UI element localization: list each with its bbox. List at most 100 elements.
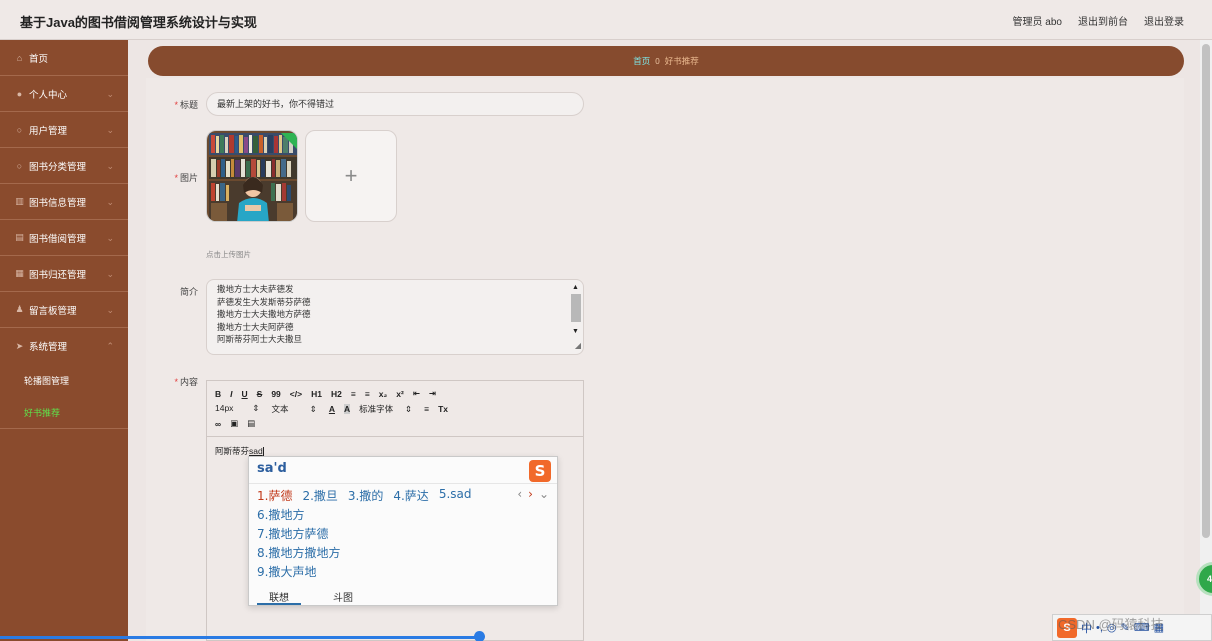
breadcrumb: 首页 0 好书推荐 xyxy=(148,46,1184,76)
send-icon: ➤ xyxy=(15,340,24,351)
ime-candidate[interactable]: 3.撒的 xyxy=(348,487,383,504)
intro-line: 撒地方士大夫阿萨德 xyxy=(217,321,294,332)
bookshelf-photo xyxy=(207,131,297,221)
sidebar-item-users[interactable]: ○ 用户管理 ⌄ xyxy=(0,112,128,148)
return-icon: ▦ xyxy=(15,268,24,278)
quote-button[interactable]: 99 xyxy=(271,389,280,399)
sidebar-item-label: 首页 xyxy=(29,53,49,65)
chevron-down-icon: ⌄ xyxy=(106,89,114,99)
ime-tab-association[interactable]: 联想 xyxy=(257,587,301,605)
font-family-select[interactable]: 标准字体 ⇕ xyxy=(359,403,412,415)
video-icon[interactable]: ▤ xyxy=(247,418,255,429)
indent-icon[interactable]: ⇥ xyxy=(429,388,436,399)
bold-button[interactable]: B xyxy=(215,389,221,399)
watermark: CSDN @码猿科技 xyxy=(1058,617,1164,632)
code-button[interactable]: </> xyxy=(290,389,302,399)
scroll-up-icon[interactable]: ▲ xyxy=(572,282,579,295)
toolbar-row-1: B I U S 99 </> H1 H2 ≡ ≡ x₂ x² ⇤ ⇥ xyxy=(215,386,575,401)
sidebar-item-recommend[interactable]: 好书推荐 xyxy=(0,396,128,428)
ime-candidate[interactable]: 1.萨德 xyxy=(257,487,292,504)
sidebar-item-home[interactable]: ⌂ 首页 xyxy=(0,40,128,76)
uploaded-image[interactable] xyxy=(206,130,298,222)
h1-button[interactable]: H1 xyxy=(311,389,322,399)
sidebar-item-system[interactable]: ➤ 系统管理 ⌃ xyxy=(0,328,128,364)
superscript-button[interactable]: x² xyxy=(396,389,404,399)
title-input[interactable]: 最新上架的好书，你不得错过 xyxy=(206,92,584,116)
font-color-button[interactable]: A xyxy=(329,404,335,414)
link-icon[interactable]: ∞ xyxy=(215,419,221,429)
text-style-select[interactable]: 文本 ⇕ xyxy=(271,403,316,415)
upload-tip: 点击上传图片 xyxy=(206,250,251,259)
to-front-link[interactable]: 退出到前台 xyxy=(1078,13,1128,28)
image-label: * 图片 xyxy=(174,173,198,183)
chevron-down-icon: ⌄ xyxy=(106,269,114,279)
logout-link[interactable]: 退出登录 xyxy=(1144,13,1184,28)
sidebar-item-label: 轮播图管理 xyxy=(24,375,70,386)
chevron-down-icon: ⌄ xyxy=(106,233,114,243)
strike-button[interactable]: S xyxy=(257,389,263,399)
sidebar-item-return[interactable]: ▦ 图书归还管理 ⌄ xyxy=(0,256,128,292)
ime-candidate[interactable]: 8.撒地方撒地方 xyxy=(257,544,340,561)
sidebar-item-messages[interactable]: ♟ 留言板管理 ⌄ xyxy=(0,292,128,328)
ime-candidate[interactable]: 7.撒地方萨德 xyxy=(257,525,328,542)
sidebar-item-book-info[interactable]: ▥ 图书信息管理 ⌄ xyxy=(0,184,128,220)
sidebar-item-label: 用户管理 xyxy=(29,125,68,137)
category-icon: ○ xyxy=(16,160,23,171)
sidebar-item-borrow[interactable]: ▤ 图书借阅管理 ⌄ xyxy=(0,220,128,256)
clear-format-icon[interactable]: Tx xyxy=(438,404,448,414)
image-icon[interactable]: ▣ xyxy=(230,418,238,429)
align-icon[interactable]: ≡ xyxy=(424,404,429,414)
progress-knob[interactable] xyxy=(474,631,485,641)
chevron-down-icon[interactable]: ⌄ xyxy=(539,487,549,501)
sidebar-item-profile[interactable]: ● 个人中心 ⌄ xyxy=(0,76,128,112)
intro-textarea[interactable]: 撒地方士大夫萨德发 萨德发生大发斯蒂芬萨德 撒地方士大夫撒地方萨德 撒地方士大夫… xyxy=(206,279,584,355)
scroll-down-icon[interactable]: ▼ xyxy=(572,326,579,339)
progress-bar[interactable] xyxy=(0,636,480,639)
ime-candidate[interactable]: 6.撒地方 xyxy=(257,506,304,523)
chevron-down-icon: ⌄ xyxy=(106,305,114,315)
chevron-down-icon: ⌄ xyxy=(106,125,114,135)
title-label: * 标题 xyxy=(174,100,198,110)
intro-line: 萨德发生大发斯蒂芬萨德 xyxy=(217,296,311,307)
italic-button[interactable]: I xyxy=(230,389,232,399)
sidebar-item-carousel[interactable]: 轮播图管理 xyxy=(0,364,128,396)
header-actions: 管理员 abo 退出到前台 退出登录 xyxy=(1013,13,1184,28)
ime-composition: sa'd xyxy=(257,461,287,476)
upload-image-button[interactable]: + xyxy=(305,130,397,222)
ime-candidate[interactable]: 2.撒旦 xyxy=(302,487,337,504)
chevron-left-icon[interactable]: ‹ xyxy=(517,487,522,501)
subscript-button[interactable]: x₂ xyxy=(379,389,388,399)
h2-button[interactable]: H2 xyxy=(331,389,342,399)
sidebar-item-label: 留言板管理 xyxy=(29,305,77,317)
ime-nav: ‹ › ⌄ xyxy=(517,487,549,501)
chevron-up-icon: ⌃ xyxy=(106,341,114,351)
intro-line: 阿斯蒂芬阿士大夫撒旦 xyxy=(217,334,303,345)
background-color-button[interactable]: A xyxy=(344,403,351,414)
floating-badge[interactable]: 41 xyxy=(1196,562,1212,596)
page-scrollbar-thumb[interactable] xyxy=(1202,44,1210,538)
ime-tab-sticker[interactable]: 斗图 xyxy=(321,587,365,605)
content-text: 阿斯蒂芬 xyxy=(215,446,250,456)
breadcrumb-separator: 0 xyxy=(655,56,660,66)
bullet-list-icon[interactable]: ≡ xyxy=(365,389,370,399)
sidebar-item-category[interactable]: ○ 图书分类管理 ⌄ xyxy=(0,148,128,184)
user-icon: ● xyxy=(16,88,23,99)
ime-candidate[interactable]: 4.萨达 xyxy=(393,487,428,504)
ime-candidate[interactable]: 9.撒大声地 xyxy=(257,563,316,580)
sogou-logo-icon: S xyxy=(529,460,551,482)
page-scrollbar[interactable] xyxy=(1200,40,1212,641)
ime-candidate[interactable]: 5.sad xyxy=(439,487,472,504)
outdent-icon[interactable]: ⇤ xyxy=(413,388,420,399)
sidebar-item-label: 好书推荐 xyxy=(24,407,61,418)
ime-candidate-window: sa'd S 1.萨德 2.撒旦 3.撒的 4.萨达 5.sad ‹ › ⌄ 6… xyxy=(248,456,558,606)
breadcrumb-home[interactable]: 首页 xyxy=(633,55,650,67)
resize-grip-icon[interactable]: ◢ xyxy=(575,340,581,353)
content-label: * 内容 xyxy=(174,377,198,387)
font-size-select[interactable]: 14px ⇕ xyxy=(215,403,259,414)
scrollbar-thumb[interactable] xyxy=(571,294,581,322)
chevron-down-icon: ⌄ xyxy=(106,161,114,171)
underline-button[interactable]: U xyxy=(242,389,248,399)
sidebar-item-label: 图书归还管理 xyxy=(29,269,87,281)
chevron-right-icon[interactable]: › xyxy=(528,487,533,501)
ordered-list-icon[interactable]: ≡ xyxy=(351,389,356,399)
